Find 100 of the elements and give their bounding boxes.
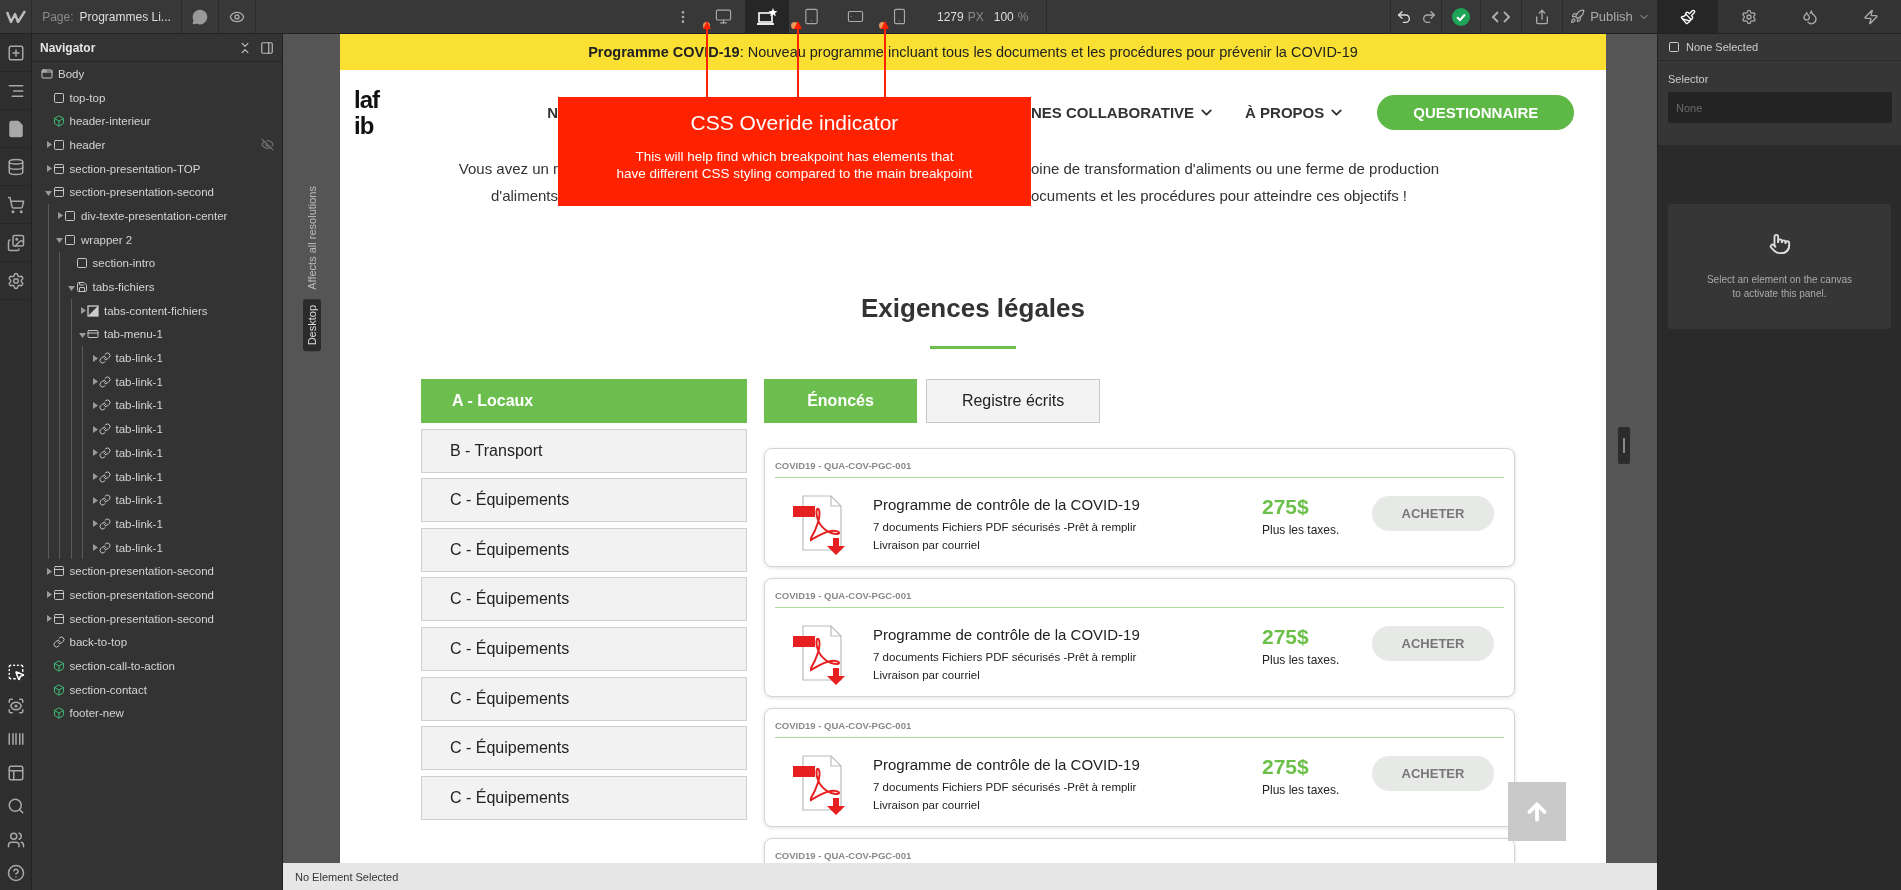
caret-icon[interactable] xyxy=(44,141,52,149)
unit-label: PX xyxy=(967,9,984,24)
laptop-star-icon xyxy=(756,7,778,26)
buy-button[interactable]: ACHETER xyxy=(1372,756,1494,791)
section-icon xyxy=(52,588,65,601)
navigator-item[interactable]: wrapper 2 xyxy=(81,233,274,246)
category-tab[interactable]: C - Équipements xyxy=(421,775,747,820)
navigator-item[interactable]: section-call-to-action xyxy=(69,660,274,673)
dock-panel-icon[interactable] xyxy=(260,40,274,55)
navigator-item[interactable]: section-intro xyxy=(92,257,274,270)
publish-button[interactable]: Publish xyxy=(1563,0,1657,33)
navigator-item[interactable]: tab-link-1 xyxy=(115,446,274,459)
navigator-item[interactable]: tab-link-1 xyxy=(115,399,274,412)
category-tab[interactable]: C - Équipements xyxy=(421,626,747,671)
inspector-tab[interactable] xyxy=(1657,0,1718,33)
caret-icon[interactable] xyxy=(44,188,52,196)
cube-icon xyxy=(52,115,65,128)
navigator-item[interactable]: Body xyxy=(58,67,274,80)
navigator-item[interactable]: section-contact xyxy=(69,683,274,696)
caret-icon[interactable] xyxy=(56,236,63,244)
caret-icon[interactable] xyxy=(44,567,52,575)
caret-icon[interactable] xyxy=(56,212,63,220)
tabs-icon xyxy=(75,281,88,294)
navigator-item[interactable]: header-interieur xyxy=(69,115,274,128)
buy-button[interactable]: ACHETER xyxy=(1372,496,1494,531)
navigator-item[interactable]: tab-link-1 xyxy=(115,375,274,388)
page-name[interactable]: Programmes Li... xyxy=(79,9,171,24)
navigator-item[interactable]: section-presentation-second xyxy=(69,186,274,199)
caret-icon[interactable] xyxy=(90,401,98,409)
caret-icon[interactable] xyxy=(90,496,98,504)
navigator-item[interactable]: section-presentation-second xyxy=(69,565,274,578)
navigator-item[interactable]: tab-link-1 xyxy=(115,470,274,483)
tax-note: Plus les taxes. xyxy=(1262,653,1341,667)
caret-icon[interactable] xyxy=(90,449,98,457)
nav-link[interactable]: N xyxy=(547,104,558,121)
collapse-icon[interactable] xyxy=(238,40,252,55)
navigator-item[interactable]: tab-link-1 xyxy=(115,517,274,530)
caret-icon[interactable] xyxy=(90,425,98,433)
product-code: COVID19 - QUA-COV-PGC-001 xyxy=(775,850,912,861)
navigator-item[interactable]: top-top xyxy=(69,91,274,104)
zoom-field[interactable]: 100 xyxy=(993,9,1014,24)
logo[interactable]: laf ib xyxy=(354,86,379,139)
buy-button[interactable]: ACHETER xyxy=(1372,626,1494,661)
caret-icon[interactable] xyxy=(67,283,75,291)
navigator-item[interactable]: tab-link-1 xyxy=(115,541,274,554)
navigator-item[interactable]: section-presentation-second xyxy=(69,612,274,625)
callout-title: CSS Overide indicator xyxy=(690,111,899,135)
caret-icon[interactable] xyxy=(79,307,86,315)
link-icon xyxy=(98,494,111,507)
product-detail: 7 documents Fichiers PDF sécurisés -Prêt à remplir xyxy=(873,650,1138,665)
navigator-item[interactable]: footer-new xyxy=(69,707,274,720)
tablet-icon xyxy=(802,8,820,25)
category-tab[interactable]: C - Équipements xyxy=(421,478,747,523)
nav-link[interactable]: À PROPOS xyxy=(1245,104,1346,121)
navigator-item[interactable]: tabs-fichiers xyxy=(92,281,274,294)
navigator-item[interactable]: tab-link-1 xyxy=(115,352,274,365)
resize-handle[interactable] xyxy=(1618,427,1630,464)
navigator-item[interactable]: tab-menu-1 xyxy=(104,328,274,341)
half-filled-square-icon xyxy=(87,304,99,317)
caret-icon[interactable] xyxy=(44,591,52,599)
breakpoint-button[interactable] xyxy=(745,0,789,33)
navigator-item[interactable]: back-to-top xyxy=(69,636,274,649)
navigator-item[interactable]: tabs-content-fichiers xyxy=(104,304,274,317)
category-tab[interactable]: C - Équipements xyxy=(421,577,747,622)
caret-icon[interactable] xyxy=(90,520,98,528)
navigator-item[interactable]: header xyxy=(69,138,261,151)
caret-icon[interactable] xyxy=(90,473,98,481)
caret-icon[interactable] xyxy=(44,165,52,173)
category-tab[interactable]: C - Équipements xyxy=(421,676,747,721)
layout-icon xyxy=(6,763,25,782)
section-icon xyxy=(52,612,65,625)
product-code: COVID19 - QUA-COV-PGC-001 xyxy=(775,720,912,731)
search-icon xyxy=(6,797,25,816)
selector-field[interactable]: None xyxy=(1668,92,1892,123)
caret-icon[interactable] xyxy=(44,615,52,623)
caret-icon[interactable] xyxy=(79,330,86,338)
navigator-item[interactable]: section-presentation-second xyxy=(69,588,274,601)
caret-icon[interactable] xyxy=(90,378,98,386)
navigator-item[interactable]: div-texte-presentation-center xyxy=(81,209,274,222)
logo-icon[interactable] xyxy=(5,9,26,24)
category-tab[interactable]: B - Transport xyxy=(421,428,747,473)
checkbox-icon[interactable] xyxy=(1668,41,1680,53)
desktop-icon xyxy=(714,8,732,25)
unit-label: % xyxy=(1017,9,1029,24)
category-tab[interactable]: C - Équipements xyxy=(421,527,747,572)
code-icon xyxy=(1492,9,1510,24)
panel-title: Navigator xyxy=(40,40,97,55)
cube-icon xyxy=(52,707,65,720)
nav-link[interactable]: NES COLLABORATIVE xyxy=(1031,104,1216,121)
navigator-item[interactable]: tab-link-1 xyxy=(115,423,274,436)
canvas-width-field[interactable]: 1279 xyxy=(937,9,964,24)
navigator-item[interactable]: tab-link-1 xyxy=(115,494,274,507)
navigator-item[interactable]: section-presentation-TOP xyxy=(69,162,274,175)
hidden-eye-icon[interactable] xyxy=(261,138,274,152)
caret-icon[interactable] xyxy=(90,354,98,362)
box-icon xyxy=(64,209,76,222)
category-tab[interactable]: C - Équipements xyxy=(421,726,747,771)
document-tab[interactable]: Registre écrits xyxy=(926,379,1100,423)
caret-icon[interactable] xyxy=(90,544,98,552)
tax-note: Plus les taxes. xyxy=(1262,523,1341,537)
